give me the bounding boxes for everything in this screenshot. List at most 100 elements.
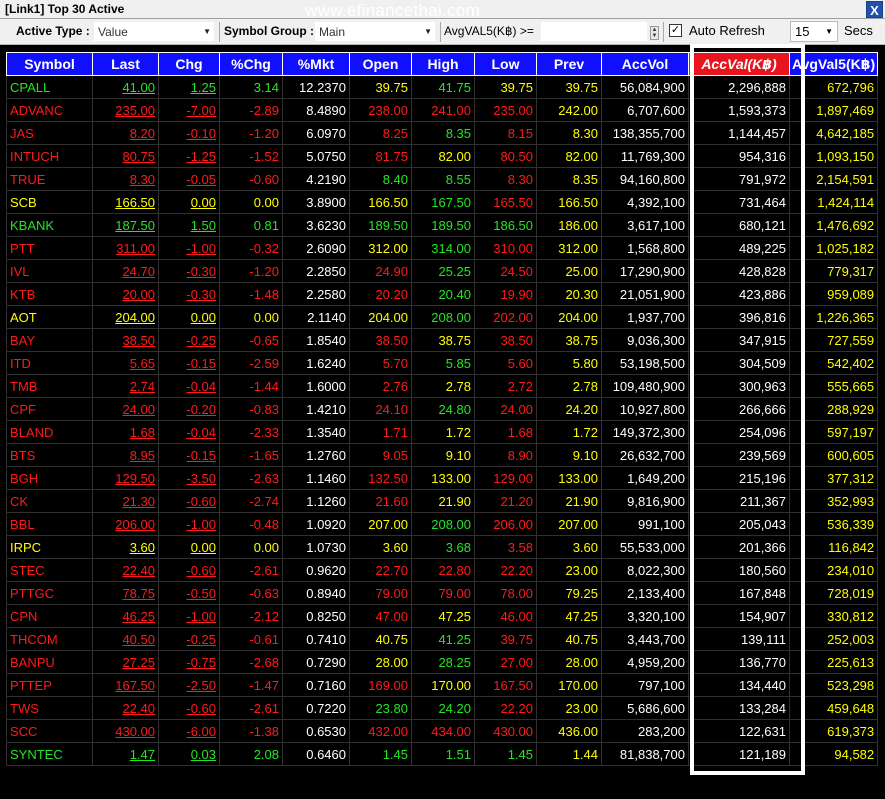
chg-cell[interactable]: -0.05 bbox=[158, 167, 220, 191]
refresh-interval-select[interactable]: 15 ▼ bbox=[790, 21, 838, 42]
table-row[interactable]: CPN 46.25 -1.00 -2.12 0.8250 47.00 47.25 46.00 4… bbox=[6, 604, 879, 628]
symbol-cell[interactable]: ADVANC bbox=[6, 98, 93, 122]
column-header-10[interactable]: AccVal(K฿) bbox=[688, 52, 790, 76]
symbol-cell[interactable]: IRPC bbox=[6, 535, 93, 559]
column-header-9[interactable]: AccVol bbox=[601, 52, 689, 76]
symbol-cell[interactable]: BLAND bbox=[6, 420, 93, 444]
symbol-cell[interactable]: TMB bbox=[6, 374, 93, 398]
chg-cell[interactable]: -0.15 bbox=[158, 443, 220, 467]
chg-cell[interactable]: 0.00 bbox=[158, 535, 220, 559]
symbol-cell[interactable]: STEC bbox=[6, 558, 93, 582]
chg-cell[interactable]: -6.00 bbox=[158, 719, 220, 743]
last-cell[interactable]: 8.95 bbox=[92, 443, 159, 467]
last-cell[interactable]: 27.25 bbox=[92, 650, 159, 674]
chg-cell[interactable]: -2.50 bbox=[158, 673, 220, 697]
table-row[interactable]: TMB 2.74 -0.04 -1.44 1.6000 2.76 2.78 2.72 2.78 1… bbox=[6, 374, 879, 398]
table-row[interactable]: IVL 24.70 -0.30 -1.20 2.2850 24.90 25.25 24.50 2… bbox=[6, 259, 879, 283]
last-cell[interactable]: 5.65 bbox=[92, 351, 159, 375]
column-header-7[interactable]: Low bbox=[474, 52, 537, 76]
chg-cell[interactable]: -0.60 bbox=[158, 558, 220, 582]
spinner-icon[interactable]: ▲ ▼ bbox=[650, 26, 659, 40]
chg-cell[interactable]: 1.50 bbox=[158, 213, 220, 237]
chg-cell[interactable]: -0.15 bbox=[158, 351, 220, 375]
chg-cell[interactable]: -0.75 bbox=[158, 650, 220, 674]
table-row[interactable]: THCOM 40.50 -0.25 -0.61 0.7410 40.75 41.25 39.7… bbox=[6, 627, 879, 651]
symbol-cell[interactable]: CPN bbox=[6, 604, 93, 628]
symbol-cell[interactable]: IVL bbox=[6, 259, 93, 283]
symbol-cell[interactable]: BANPU bbox=[6, 650, 93, 674]
column-header-6[interactable]: High bbox=[411, 52, 475, 76]
chg-cell[interactable]: -0.60 bbox=[158, 489, 220, 513]
last-cell[interactable]: 1.47 bbox=[92, 742, 159, 766]
table-row[interactable]: STEC 22.40 -0.60 -2.61 0.9620 22.70 22.80 22.20… bbox=[6, 558, 879, 582]
chg-cell[interactable]: -0.20 bbox=[158, 397, 220, 421]
column-header-11[interactable]: AvgVal5(K฿) bbox=[788, 52, 879, 76]
symbol-cell[interactable]: SCB bbox=[6, 190, 93, 214]
table-row[interactable]: SYNTEC 1.47 0.03 2.08 0.6460 1.45 1.51 1.45 1.44… bbox=[6, 742, 879, 766]
last-cell[interactable]: 8.30 bbox=[92, 167, 159, 191]
chg-cell[interactable]: -0.30 bbox=[158, 282, 220, 306]
chg-cell[interactable]: -0.30 bbox=[158, 259, 220, 283]
table-row[interactable]: AOT 204.00 0.00 0.00 2.1140 204.00 208.00 202.0… bbox=[6, 305, 879, 329]
symbol-cell[interactable]: PTT bbox=[6, 236, 93, 260]
last-cell[interactable]: 1.68 bbox=[92, 420, 159, 444]
table-row[interactable]: KBANK 187.50 1.50 0.81 3.6230 189.50 189.50 186… bbox=[6, 213, 879, 237]
table-row[interactable]: ITD 5.65 -0.15 -2.59 1.6240 5.70 5.85 5.60 5.80 5… bbox=[6, 351, 879, 375]
chg-cell[interactable]: 1.25 bbox=[158, 75, 220, 99]
last-cell[interactable]: 430.00 bbox=[92, 719, 159, 743]
table-row[interactable]: BANPU 27.25 -0.75 -2.68 0.7290 28.00 28.25 27.0… bbox=[6, 650, 879, 674]
last-cell[interactable]: 21.30 bbox=[92, 489, 159, 513]
symbol-cell[interactable]: SYNTEC bbox=[6, 742, 93, 766]
table-row[interactable]: IRPC 3.60 0.00 0.00 1.0730 3.60 3.68 3.58 3.60 55… bbox=[6, 535, 879, 559]
last-cell[interactable]: 38.50 bbox=[92, 328, 159, 352]
table-row[interactable]: BLAND 1.68 -0.04 -2.33 1.3540 1.71 1.72 1.68 1.7… bbox=[6, 420, 879, 444]
symbol-cell[interactable]: AOT bbox=[6, 305, 93, 329]
table-row[interactable]: ADVANC 235.00 -7.00 -2.89 8.4890 238.00 241.00… bbox=[6, 98, 879, 122]
last-cell[interactable]: 2.74 bbox=[92, 374, 159, 398]
table-row[interactable]: TWS 22.40 -0.60 -2.61 0.7220 23.80 24.20 22.20 2… bbox=[6, 696, 879, 720]
last-cell[interactable]: 22.40 bbox=[92, 696, 159, 720]
symbol-cell[interactable]: CK bbox=[6, 489, 93, 513]
table-row[interactable]: SCB 166.50 0.00 0.00 3.8900 166.50 167.50 165.5… bbox=[6, 190, 879, 214]
symbol-cell[interactable]: THCOM bbox=[6, 627, 93, 651]
chg-cell[interactable]: -7.00 bbox=[158, 98, 220, 122]
symbol-cell[interactable]: INTUCH bbox=[6, 144, 93, 168]
symbol-cell[interactable]: JAS bbox=[6, 121, 93, 145]
chg-cell[interactable]: -0.60 bbox=[158, 696, 220, 720]
symbol-group-select[interactable]: Main ▼ bbox=[314, 21, 436, 42]
chg-cell[interactable]: -0.04 bbox=[158, 374, 220, 398]
symbol-cell[interactable]: KBANK bbox=[6, 213, 93, 237]
column-header-2[interactable]: Chg bbox=[158, 52, 220, 76]
column-header-1[interactable]: Last bbox=[92, 52, 159, 76]
last-cell[interactable]: 3.60 bbox=[92, 535, 159, 559]
last-cell[interactable]: 41.00 bbox=[92, 75, 159, 99]
column-header-5[interactable]: Open bbox=[349, 52, 412, 76]
last-cell[interactable]: 46.25 bbox=[92, 604, 159, 628]
last-cell[interactable]: 167.50 bbox=[92, 673, 159, 697]
table-row[interactable]: TRUE 8.30 -0.05 -0.60 4.2190 8.40 8.55 8.30 8.35… bbox=[6, 167, 879, 191]
symbol-cell[interactable]: CPALL bbox=[6, 75, 93, 99]
table-row[interactable]: PTT 311.00 -1.00 -0.32 2.6090 312.00 314.00 310… bbox=[6, 236, 879, 260]
chg-cell[interactable]: -0.25 bbox=[158, 328, 220, 352]
symbol-cell[interactable]: KTB bbox=[6, 282, 93, 306]
last-cell[interactable]: 235.00 bbox=[92, 98, 159, 122]
chg-cell[interactable]: -1.25 bbox=[158, 144, 220, 168]
table-row[interactable]: BTS 8.95 -0.15 -1.65 1.2760 9.05 9.10 8.90 9.10 2… bbox=[6, 443, 879, 467]
table-row[interactable]: BGH 129.50 -3.50 -2.63 1.1460 132.50 133.00 129… bbox=[6, 466, 879, 490]
chg-cell[interactable]: 0.00 bbox=[158, 190, 220, 214]
last-cell[interactable]: 8.20 bbox=[92, 121, 159, 145]
avgval-filter-input[interactable] bbox=[540, 21, 648, 42]
symbol-cell[interactable]: ITD bbox=[6, 351, 93, 375]
symbol-cell[interactable]: PTTEP bbox=[6, 673, 93, 697]
column-header-4[interactable]: %Mkt bbox=[282, 52, 350, 76]
chg-cell[interactable]: -1.00 bbox=[158, 604, 220, 628]
chg-cell[interactable]: -1.00 bbox=[158, 236, 220, 260]
auto-refresh-checkbox[interactable]: ✓ bbox=[669, 24, 682, 37]
chg-cell[interactable]: -1.00 bbox=[158, 512, 220, 536]
symbol-cell[interactable]: TRUE bbox=[6, 167, 93, 191]
table-row[interactable]: BAY 38.50 -0.25 -0.65 1.8540 38.50 38.75 38.50 3… bbox=[6, 328, 879, 352]
last-cell[interactable]: 78.75 bbox=[92, 581, 159, 605]
table-row[interactable]: CK 21.30 -0.60 -2.74 1.1260 21.60 21.90 21.20 21… bbox=[6, 489, 879, 513]
last-cell[interactable]: 80.75 bbox=[92, 144, 159, 168]
chg-cell[interactable]: -3.50 bbox=[158, 466, 220, 490]
